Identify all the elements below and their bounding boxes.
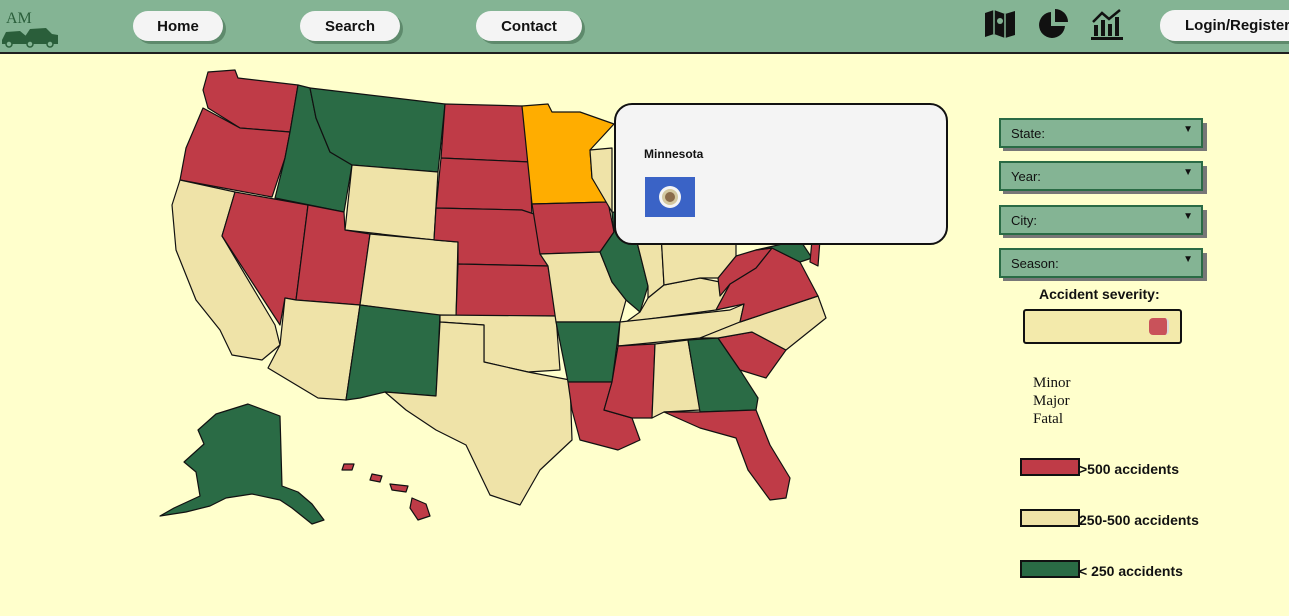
year-select-label: Year: xyxy=(1011,169,1041,184)
login-register-button[interactable]: Login/Register xyxy=(1160,10,1289,41)
pie-chart-icon[interactable] xyxy=(1036,7,1070,41)
top-navbar: AM Home Search Contact Login/Register xyxy=(0,0,1289,54)
severity-title: Accident severity: xyxy=(1039,286,1160,302)
severity-slider[interactable] xyxy=(1023,309,1182,344)
state-select[interactable]: State: ▼ xyxy=(999,118,1207,151)
chevron-down-icon: ▼ xyxy=(1183,211,1193,222)
state-arkansas[interactable] xyxy=(555,321,621,383)
state-info-popup: Minnesota xyxy=(614,103,948,245)
city-select[interactable]: City: ▼ xyxy=(999,205,1207,238)
search-button[interactable]: Search xyxy=(300,11,400,41)
state-wyoming[interactable] xyxy=(344,164,439,241)
severity-slider-thumb[interactable] xyxy=(1149,318,1169,335)
bar-chart-icon[interactable] xyxy=(1090,7,1124,41)
year-select[interactable]: Year: ▼ xyxy=(999,161,1207,194)
state-new-mexico[interactable] xyxy=(345,304,441,401)
state-florida[interactable] xyxy=(663,409,791,501)
season-select-label: Season: xyxy=(1011,256,1059,271)
contact-button[interactable]: Contact xyxy=(476,11,582,41)
legend-label-mid: 250-500 accidents xyxy=(1079,512,1199,528)
svg-text:AM: AM xyxy=(6,10,32,27)
legend-label-low: < 250 accidents xyxy=(1079,563,1183,579)
car-logo-icon[interactable]: AM xyxy=(0,6,60,48)
legend-swatch-mid xyxy=(1020,509,1080,527)
city-select-label: City: xyxy=(1011,213,1037,228)
chevron-down-icon: ▼ xyxy=(1183,124,1193,135)
season-select[interactable]: Season: ▼ xyxy=(999,248,1207,281)
legend-swatch-high xyxy=(1020,458,1080,476)
state-kansas[interactable] xyxy=(455,263,557,317)
state-colorado[interactable] xyxy=(359,233,459,319)
minnesota-flag-icon xyxy=(645,177,695,217)
map-icon[interactable] xyxy=(983,7,1017,41)
state-hawaii[interactable] xyxy=(341,463,431,521)
home-button[interactable]: Home xyxy=(133,11,223,41)
popup-state-name: Minnesota xyxy=(644,147,704,161)
severity-option-fatal: Fatal xyxy=(1033,411,1063,427)
state-select-label: State: xyxy=(1011,126,1045,141)
chevron-down-icon: ▼ xyxy=(1183,167,1193,178)
state-alaska[interactable] xyxy=(159,403,325,525)
legend-swatch-low xyxy=(1020,560,1080,578)
legend-label-high: >500 accidents xyxy=(1079,461,1180,477)
severity-option-major: Major xyxy=(1033,393,1070,409)
chevron-down-icon: ▼ xyxy=(1183,254,1193,265)
state-iowa[interactable] xyxy=(531,201,615,255)
state-north-dakota[interactable] xyxy=(440,103,531,163)
severity-option-minor: Minor xyxy=(1033,375,1071,391)
